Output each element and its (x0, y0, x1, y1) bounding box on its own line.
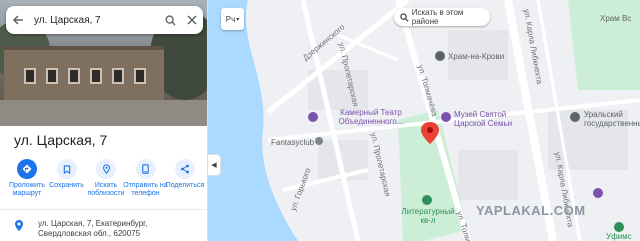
save-button[interactable]: Сохранить (48, 159, 86, 205)
photo-window (46, 68, 58, 84)
bottom-marker-icon[interactable] (614, 222, 624, 232)
search-this-area-label: Искать в этом районе (411, 8, 464, 26)
poi-church-top[interactable]: Храм Вс (600, 14, 631, 23)
back-arrow-icon[interactable] (6, 6, 30, 34)
map-pin-icon (14, 219, 28, 239)
directions-label: Проложить маршрут (8, 182, 46, 197)
send-to-phone-icon (135, 159, 156, 179)
photo-window (134, 68, 146, 84)
layer-select-button[interactable]: Рч ▾ (221, 8, 244, 30)
university-marker-icon[interactable] (570, 112, 580, 122)
poi-museum[interactable]: Музей Святой Царской Семьи (454, 110, 530, 128)
send-to-phone-label: Отправить на телефон (123, 182, 168, 197)
place-title: ул. Царская, 7 (14, 132, 108, 148)
photo-ground (0, 100, 207, 126)
chevron-down-icon: ▾ (236, 16, 240, 23)
send-to-phone-button[interactable]: Отправить на телефон (123, 159, 168, 205)
place-panel: ул. Царская, 7 ул. Царская, 7 Проложить … (0, 0, 208, 241)
layer-select-label: Рч (225, 14, 236, 24)
address-row[interactable]: ул. Царская, 7, Екатеринбург, Свердловск… (14, 219, 204, 239)
watermark: YAPLAKAL.COM (476, 203, 586, 218)
search-input[interactable]: ул. Царская, 7 (30, 15, 159, 26)
close-icon[interactable] (181, 6, 203, 34)
directions-button[interactable]: Проложить маршрут (8, 159, 46, 205)
poi-theatre[interactable]: Камерный Театр Объединенного... (326, 108, 416, 126)
action-bar: Проложить маршрут Сохранить Искать побли… (8, 159, 204, 205)
photo-window (90, 68, 102, 84)
share-icon (175, 159, 195, 179)
search-icon (400, 12, 409, 22)
fantasy-marker-icon[interactable] (315, 137, 323, 145)
address-text: ул. Царская, 7, Екатеринбург, Свердловск… (38, 219, 148, 238)
theatre-marker-icon[interactable] (308, 112, 318, 122)
map-block (458, 150, 518, 200)
poi-literary[interactable]: Литературный кв-л (398, 207, 458, 225)
divider (0, 209, 207, 210)
nearby-icon (96, 159, 116, 179)
share-button[interactable]: Поделиться (166, 159, 204, 205)
poi-church-blood[interactable]: Храм-на-Крови (448, 52, 504, 61)
nearby-label: Искать поблизости (87, 182, 125, 197)
museum-marker-icon[interactable] (441, 112, 451, 122)
bookmark-icon (56, 159, 77, 179)
nearby-button[interactable]: Искать поблизости (87, 159, 125, 205)
search-icon[interactable] (159, 6, 181, 34)
chevron-left-icon: ◀ (211, 162, 217, 169)
photo-window (24, 68, 36, 84)
collapse-panel-button[interactable]: ◀ (208, 154, 221, 176)
music-marker-icon[interactable] (593, 188, 603, 198)
search-this-area-button[interactable]: Искать в этом районе (394, 8, 490, 26)
poi-bottom-right[interactable]: Уфимс (606, 232, 632, 241)
share-label: Поделиться (165, 182, 205, 189)
poi-ural[interactable]: Уральский государственный... (584, 110, 640, 128)
save-label: Сохранить (49, 182, 84, 189)
park-marker-icon[interactable] (422, 195, 432, 205)
photo-window (68, 68, 80, 84)
church-marker-icon[interactable] (435, 51, 445, 61)
directions-icon (17, 159, 37, 179)
poi-fantasy[interactable]: Fantasyclub (271, 138, 314, 147)
river (208, 0, 298, 241)
photo-window (112, 68, 124, 84)
search-box[interactable]: ул. Царская, 7 (6, 6, 203, 34)
